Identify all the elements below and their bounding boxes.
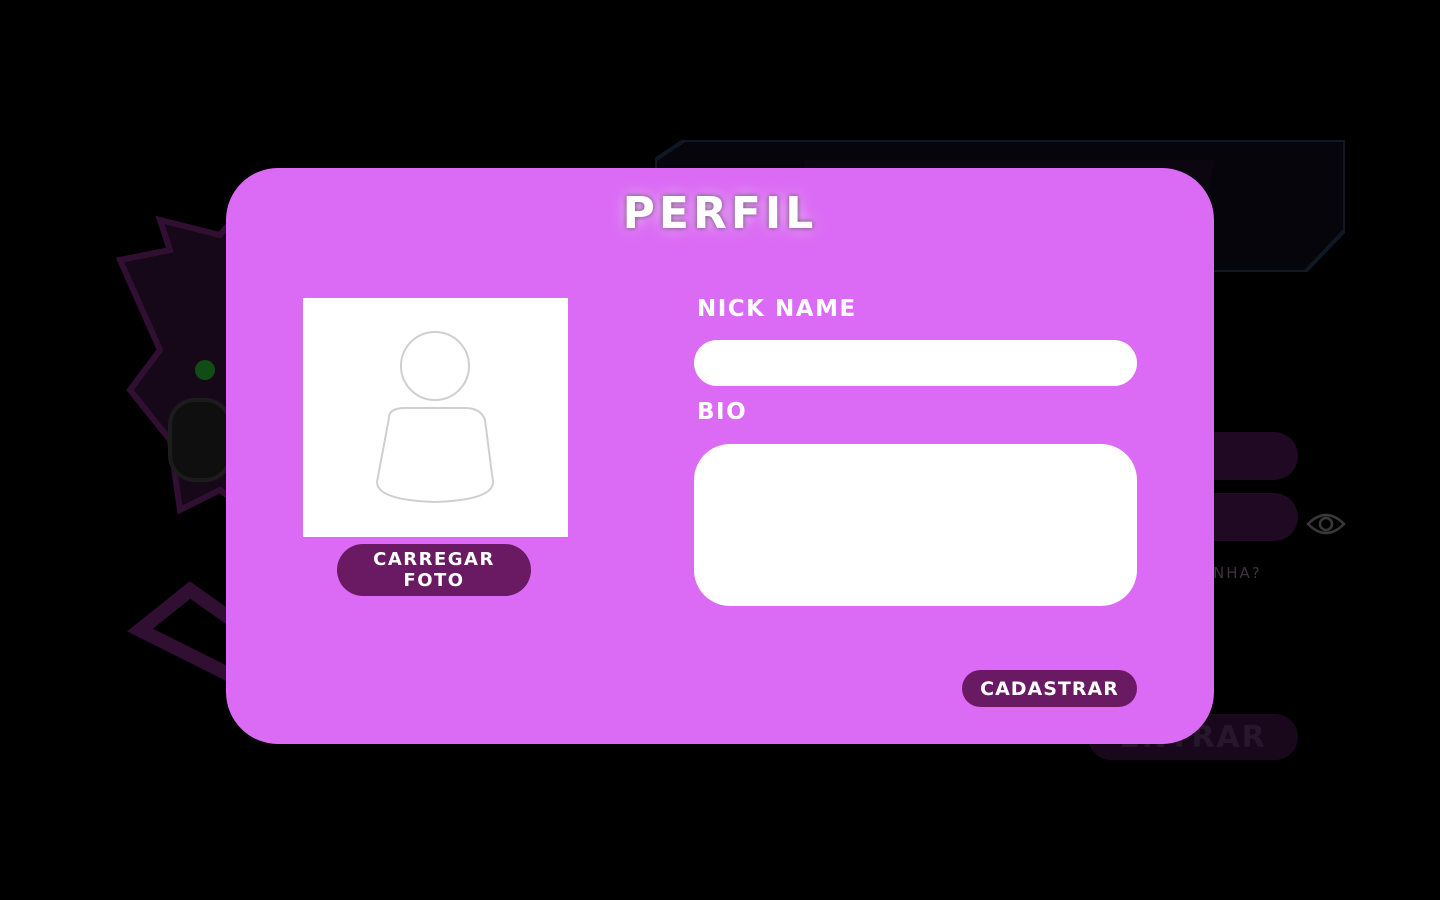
upload-photo-label-line2: FOTO — [403, 570, 465, 591]
nickname-input[interactable] — [694, 340, 1137, 386]
bio-textarea[interactable] — [694, 444, 1137, 606]
nickname-label: NICK NAME — [697, 296, 857, 322]
avatar-placeholder-icon — [375, 331, 495, 504]
register-button[interactable]: CADASTRAR — [962, 670, 1137, 707]
eye-icon — [1306, 513, 1346, 535]
modal-title: PERFIL — [622, 188, 818, 239]
upload-photo-button[interactable]: CARREGAR FOTO — [337, 544, 531, 596]
upload-photo-label-line1: CARREGAR — [373, 549, 495, 570]
bio-label: BIO — [697, 399, 748, 425]
profile-photo-preview — [303, 298, 568, 537]
